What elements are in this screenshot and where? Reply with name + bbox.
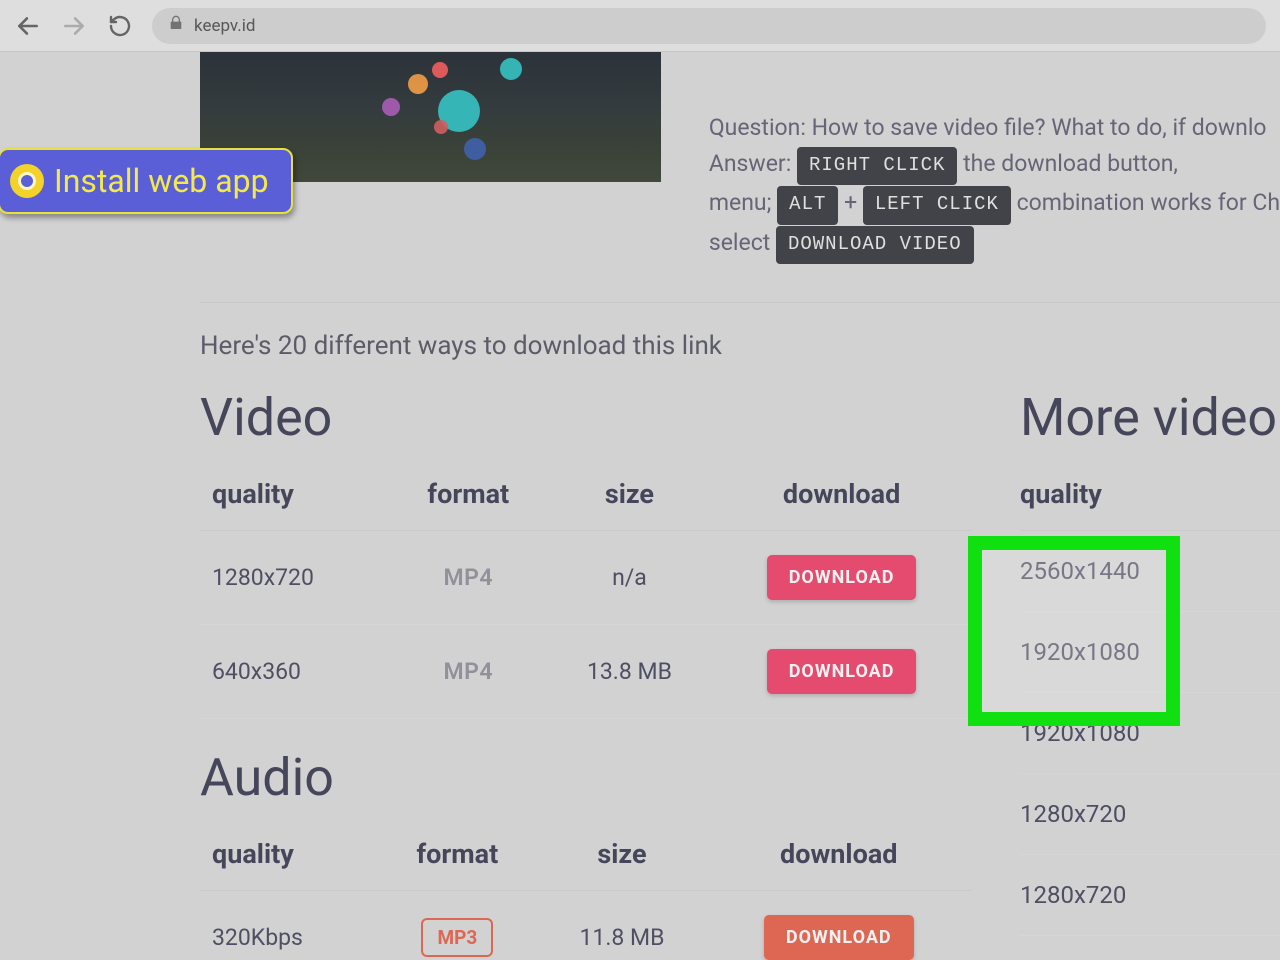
more-video-list: quality 2560x1440 1920x1080 1920x1080 12…	[1020, 462, 1280, 936]
list-item[interactable]: 1280x720	[1020, 774, 1280, 855]
audio-table: quality format size download 320Kbps MP3…	[200, 822, 972, 960]
table-row: 320Kbps MP3 11.8 MB DOWNLOAD	[200, 890, 972, 960]
ways-heading: Here's 20 different ways to download thi…	[200, 331, 1280, 361]
col-quality: quality	[200, 822, 376, 891]
chrome-icon	[10, 164, 44, 198]
download-button[interactable]: DOWNLOAD	[767, 649, 917, 694]
download-button[interactable]: DOWNLOAD	[767, 555, 917, 600]
kbd-alt: ALT	[777, 186, 838, 224]
cell-size: 11.8 MB	[538, 890, 705, 960]
browser-toolbar: keepv.id	[0, 0, 1280, 52]
kbd-download-video: DOWNLOAD VIDEO	[776, 226, 974, 264]
url-text: keepv.id	[194, 16, 255, 36]
kbd-left-click: LEFT CLICK	[863, 186, 1011, 224]
install-web-app-badge[interactable]: Install web app	[0, 148, 293, 214]
video-table: quality format size download 1280x720 MP…	[200, 462, 972, 719]
cell-quality: 1280x720	[200, 530, 389, 624]
list-item[interactable]: 1920x1080	[1020, 693, 1280, 774]
reload-button[interactable]	[106, 12, 134, 40]
col-size: size	[548, 462, 712, 531]
cell-format: MP3	[421, 918, 493, 957]
forward-button[interactable]	[60, 12, 88, 40]
cell-format: MP4	[444, 658, 494, 685]
install-web-app-label: Install web app	[54, 162, 269, 200]
back-button[interactable]	[14, 12, 42, 40]
col-quality: quality	[1020, 462, 1280, 531]
cell-size: n/a	[548, 530, 712, 624]
address-bar[interactable]: keepv.id	[152, 8, 1266, 44]
lock-icon	[168, 15, 184, 36]
more-video-section-title: More video	[1020, 387, 1280, 448]
list-item[interactable]: 1280x720	[1020, 855, 1280, 936]
cell-quality: 640x360	[200, 624, 389, 718]
list-item[interactable]: 1920x1080	[1020, 612, 1280, 693]
cell-quality: 320Kbps	[200, 890, 376, 960]
col-quality: quality	[200, 462, 389, 531]
cell-format: MP4	[444, 564, 494, 591]
table-row: 1280x720 MP4 n/a DOWNLOAD	[200, 530, 972, 624]
table-row: 640x360 MP4 13.8 MB DOWNLOAD	[200, 624, 972, 718]
divider	[200, 302, 1280, 303]
col-format: format	[376, 822, 538, 891]
col-size: size	[538, 822, 705, 891]
cell-size: 13.8 MB	[548, 624, 712, 718]
video-section-title: Video	[200, 387, 972, 448]
col-download: download	[706, 822, 972, 891]
col-download: download	[711, 462, 972, 531]
faq-answer-prefix: Answer:	[709, 150, 797, 177]
col-format: format	[389, 462, 548, 531]
faq-question: How to save video file? What to do, if d…	[812, 114, 1267, 141]
faq-text: Question: How to save video file? What t…	[709, 52, 1280, 264]
audio-section-title: Audio	[200, 747, 972, 808]
download-button[interactable]: DOWNLOAD	[764, 915, 914, 960]
kbd-right-click: RIGHT CLICK	[797, 147, 957, 185]
faq-question-prefix: Question:	[709, 114, 812, 141]
list-item[interactable]: 2560x1440	[1020, 531, 1280, 612]
